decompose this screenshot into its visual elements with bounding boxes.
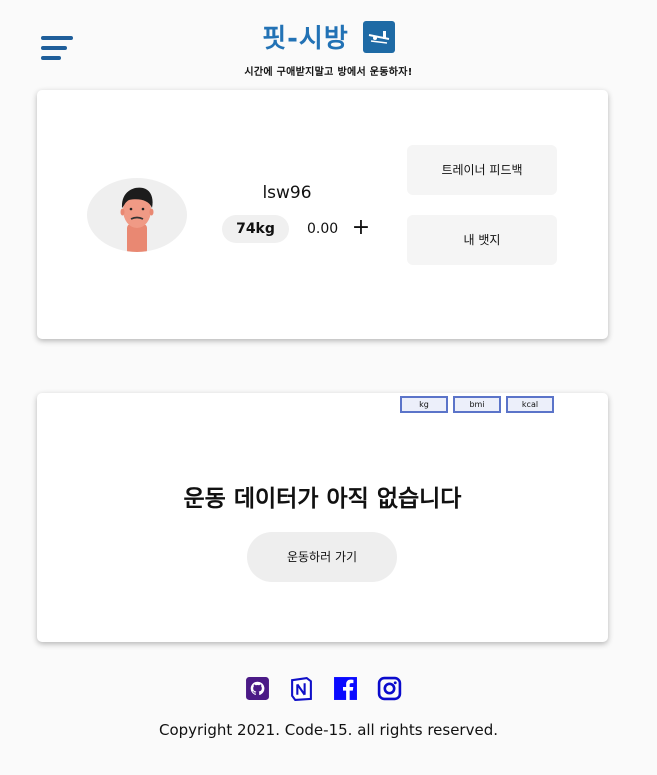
tab-kcal[interactable]: kcal [506,396,554,413]
trainer-feedback-button[interactable]: 트레이너 피드백 [407,145,557,195]
add-weight-button[interactable]: + [350,216,372,240]
tab-kg[interactable]: kg [400,396,448,413]
profile-card: lsw96 74kg 0.00 + 트레이너 피드백 내 뱃지 [37,90,608,339]
weight-badge: 74kg [222,215,289,243]
copyright-text: Copyright 2021. Code-15. all rights rese… [158,721,498,739]
instagram-icon[interactable] [377,676,402,701]
social-links [245,676,402,702]
bmi-value: 0.00 [307,221,339,237]
bench-press-icon [362,20,395,53]
go-exercise-button[interactable]: 운동하러 가기 [247,532,397,582]
notion-icon[interactable] [289,676,314,702]
app-title: 핏-시방 [262,24,349,54]
app-subtitle: 시간에 구애받지말고 방에서 운동하자! [244,67,413,78]
user-avatar [87,178,187,252]
chart-tabs: kg bmi kcal [400,396,554,413]
facebook-icon[interactable] [333,676,358,701]
username: lsw96 [262,183,312,203]
logo[interactable]: 핏-시방 시간에 구애받지말고 방에서 운동하자! [0,18,657,78]
empty-data-message: 운동 데이터가 아직 없습니다 [183,486,462,512]
my-badge-button[interactable]: 내 뱃지 [407,215,557,265]
exercise-data-card: kg bmi kcal 운동 데이터가 아직 없습니다 운동하러 가기 [37,393,608,642]
header: 핏-시방 시간에 구애받지말고 방에서 운동하자! [0,0,657,88]
github-icon[interactable] [245,676,270,701]
tab-bmi[interactable]: bmi [453,396,501,413]
